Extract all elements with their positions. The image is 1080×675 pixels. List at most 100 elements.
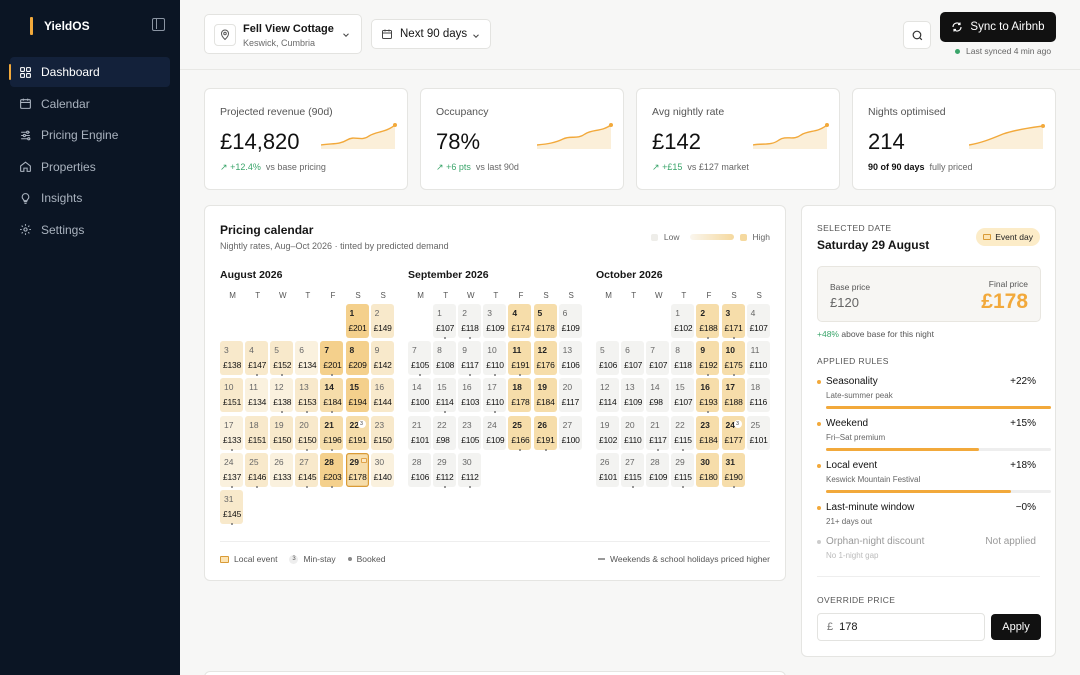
collapse-sidebar-icon[interactable] <box>152 18 165 31</box>
calendar-day[interactable]: 17 £133 <box>220 415 243 451</box>
calendar-day[interactable]: 5 £178 <box>533 304 557 338</box>
calendar-day[interactable]: 13 £106 <box>558 341 582 376</box>
calendar-day[interactable]: 27 £145 <box>295 452 319 488</box>
calendar-day[interactable]: 16 £103 <box>458 378 482 413</box>
calendar-day[interactable]: 22 £191 3 <box>345 415 369 450</box>
calendar-day[interactable]: 11 £134 <box>245 378 269 413</box>
calendar-day[interactable]: 6 £134 <box>295 341 319 376</box>
calendar-day[interactable]: 7 £105 <box>408 341 431 377</box>
calendar-day[interactable]: 26 £191 <box>533 415 557 451</box>
sidebar-item-pricing-engine[interactable]: Pricing Engine <box>10 120 170 150</box>
calendar-day[interactable]: 3 £138 <box>220 341 243 376</box>
sidebar-item-properties[interactable]: Properties <box>10 152 170 182</box>
calendar-day[interactable]: 7 £201 <box>320 341 344 377</box>
calendar-day[interactable]: 2 £188 <box>696 304 720 339</box>
calendar-day[interactable]: 8 £118 <box>671 341 695 376</box>
calendar-day[interactable]: 31 £145 <box>220 490 243 525</box>
override-price-input[interactable]: £ 178 <box>817 613 985 641</box>
calendar-day[interactable]: 21 £196 <box>320 415 344 451</box>
calendar-day[interactable]: 16 £193 <box>696 378 720 414</box>
calendar-day[interactable]: 8 £209 <box>345 341 369 376</box>
calendar-day[interactable]: 20 £117 <box>558 378 582 413</box>
calendar-day[interactable]: 2 £149 <box>370 304 394 338</box>
property-selector[interactable]: Fell View Cottage Keswick, Cumbria <box>204 14 362 54</box>
sidebar-item-calendar[interactable]: Calendar <box>10 89 170 119</box>
search-button[interactable] <box>903 21 931 49</box>
sidebar-item-dashboard[interactable]: Dashboard <box>9 57 170 87</box>
calendar-day[interactable]: 10 £175 <box>721 341 745 377</box>
calendar-day[interactable]: 24 £177 3 <box>721 415 745 450</box>
calendar-day[interactable]: 17 £110 <box>483 378 507 414</box>
calendar-day[interactable]: 15 £194 <box>345 378 369 413</box>
calendar-day[interactable]: 30 £140 <box>370 452 394 487</box>
calendar-day[interactable]: 18 £116 <box>746 378 770 413</box>
calendar-day[interactable]: 9 £142 <box>370 341 394 376</box>
calendar-day[interactable]: 29 £178 <box>345 452 369 487</box>
calendar-day[interactable]: 28 £203 <box>320 452 344 488</box>
calendar-day[interactable]: 3 £171 <box>721 304 745 339</box>
calendar-day[interactable]: 4 £147 <box>245 341 269 377</box>
calendar-day[interactable]: 31 £190 <box>721 452 745 488</box>
calendar-day[interactable]: 1 £102 <box>671 304 695 338</box>
calendar-day[interactable]: 28 £109 <box>646 452 670 487</box>
calendar-day[interactable]: 19 £102 <box>596 415 619 450</box>
calendar-day[interactable]: 21 £117 <box>646 415 670 451</box>
calendar-day[interactable]: 4 £174 <box>508 304 532 338</box>
calendar-day[interactable]: 15 £114 <box>433 378 457 414</box>
calendar-day[interactable]: 20 £150 <box>295 415 319 451</box>
calendar-day[interactable]: 17 £188 <box>721 378 745 413</box>
calendar-day[interactable]: 15 £107 <box>671 378 695 413</box>
calendar-day[interactable]: 14 £98 <box>646 378 670 413</box>
calendar-day[interactable]: 9 £117 <box>458 341 482 377</box>
calendar-day[interactable]: 12 £114 <box>596 378 619 413</box>
calendar-day[interactable]: 28 £106 <box>408 452 431 487</box>
calendar-day[interactable]: 2 £118 <box>458 304 482 339</box>
calendar-day[interactable]: 22 £115 <box>671 415 695 451</box>
calendar-day[interactable]: 13 £153 <box>295 378 319 414</box>
calendar-day[interactable]: 12 £138 <box>270 378 294 414</box>
calendar-day[interactable]: 11 £110 <box>746 341 770 376</box>
calendar-day[interactable]: 20 £110 <box>621 415 645 450</box>
calendar-day[interactable]: 10 £151 <box>220 378 243 413</box>
sidebar-item-settings[interactable]: Settings <box>10 215 170 245</box>
sync-button[interactable]: Sync to Airbnb <box>940 12 1056 42</box>
calendar-day[interactable]: 29 £112 <box>433 452 457 488</box>
calendar-day[interactable]: 19 £150 <box>270 415 294 450</box>
calendar-day[interactable]: 24 £109 <box>483 415 507 450</box>
calendar-day[interactable]: 18 £151 <box>245 415 269 450</box>
date-range-selector[interactable]: Next 90 days <box>371 19 491 49</box>
calendar-day[interactable]: 22 £98 <box>433 415 457 450</box>
calendar-day[interactable]: 16 £144 <box>370 378 394 413</box>
calendar-day[interactable]: 7 £107 <box>646 341 670 376</box>
calendar-day[interactable]: 1 £201 <box>345 304 369 338</box>
calendar-day[interactable]: 18 £178 <box>508 378 532 413</box>
calendar-day[interactable]: 8 £108 <box>433 341 457 376</box>
calendar-day[interactable]: 26 £133 <box>270 452 294 487</box>
calendar-day[interactable]: 5 £106 <box>596 341 619 376</box>
calendar-day[interactable]: 5 £152 <box>270 341 294 377</box>
calendar-day[interactable]: 1 £107 <box>433 304 457 339</box>
apply-button[interactable]: Apply <box>991 614 1041 640</box>
calendar-day[interactable]: 9 £192 <box>696 341 720 377</box>
calendar-day[interactable]: 11 £191 <box>508 341 532 377</box>
calendar-day[interactable]: 27 £115 <box>621 452 645 488</box>
calendar-day[interactable]: 14 £100 <box>408 378 431 413</box>
calendar-day[interactable]: 6 £109 <box>558 304 582 338</box>
calendar-day[interactable]: 25 £146 <box>245 452 269 488</box>
calendar-day[interactable]: 30 £112 <box>458 452 482 488</box>
calendar-day[interactable]: 12 £176 <box>533 341 557 376</box>
calendar-day[interactable]: 10 £110 <box>483 341 507 377</box>
calendar-day[interactable]: 25 £101 <box>746 415 770 450</box>
sidebar-item-insights[interactable]: Insights <box>10 183 170 213</box>
calendar-day[interactable]: 23 £184 <box>696 415 720 450</box>
calendar-day[interactable]: 3 £109 <box>483 304 507 338</box>
calendar-day[interactable]: 25 £166 <box>508 415 532 451</box>
calendar-day[interactable]: 23 £150 <box>370 415 394 450</box>
calendar-day[interactable]: 27 £100 <box>558 415 582 450</box>
calendar-day[interactable]: 26 £101 <box>596 452 619 487</box>
calendar-day[interactable]: 30 £180 <box>696 452 720 487</box>
calendar-day[interactable]: 29 £115 <box>671 452 695 488</box>
calendar-day[interactable]: 23 £105 <box>458 415 482 450</box>
calendar-day[interactable]: 6 £107 <box>621 341 645 376</box>
calendar-day[interactable]: 21 £101 <box>408 415 431 450</box>
